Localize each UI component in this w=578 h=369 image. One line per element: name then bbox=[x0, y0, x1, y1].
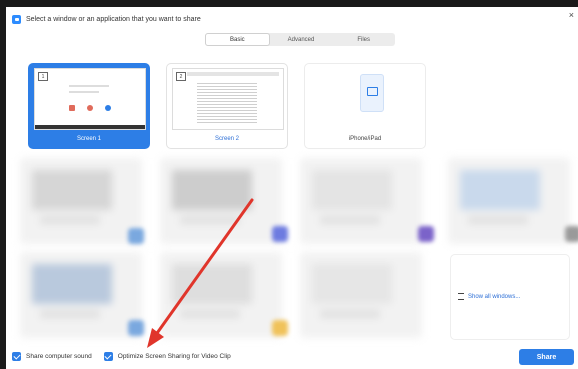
optimize-video-label: Optimize Screen Sharing for Video Clip bbox=[117, 353, 231, 360]
share-sound-label: Share computer sound bbox=[26, 353, 92, 360]
footer-options: Share computer sound Optimize Screen Sha… bbox=[12, 352, 231, 361]
share-button[interactable]: Share bbox=[519, 349, 574, 365]
optimize-video-checkbox[interactable] bbox=[103, 352, 113, 361]
red-arrow-annotation bbox=[147, 198, 254, 348]
share-sound-checkbox[interactable] bbox=[12, 352, 21, 361]
